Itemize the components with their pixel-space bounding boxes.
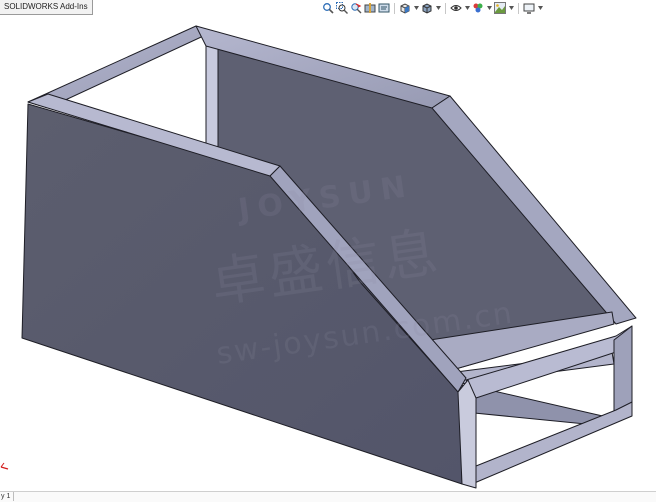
zoom-to-area-icon[interactable] (336, 1, 348, 15)
model-tab[interactable]: y 1 (0, 492, 14, 501)
edit-appearance-icon[interactable] (472, 1, 484, 15)
reference-triad-icon (0, 458, 12, 470)
frame-back-left-post (205, 45, 219, 151)
graphics-area[interactable]: JOYSUN 卓盛信息 sw-joysun.com.cn (0, 16, 656, 492)
previous-view-icon[interactable] (350, 1, 362, 15)
model-view[interactable]: JOYSUN 卓盛信息 sw-joysun.com.cn (0, 16, 656, 492)
chevron-down-icon[interactable] (464, 1, 470, 15)
chevron-down-icon[interactable] (537, 1, 543, 15)
view-orientation-icon[interactable] (399, 1, 411, 15)
apply-scene-icon[interactable] (494, 1, 506, 15)
toolbar-separator (518, 2, 519, 14)
frame-front-right-post (613, 325, 633, 415)
chevron-down-icon[interactable] (486, 1, 492, 15)
solidworks-addins-tab[interactable]: SOLIDWORKS Add-Ins (0, 0, 93, 15)
display-style-icon[interactable] (421, 1, 433, 15)
view-settings-icon[interactable] (523, 1, 535, 15)
chevron-down-icon[interactable] (508, 1, 514, 15)
section-view-icon[interactable] (364, 1, 376, 15)
frame-top-left-member (27, 25, 213, 109)
dynamic-annotation-icon[interactable] (378, 1, 390, 15)
heads-up-view-toolbar (322, 0, 543, 16)
toolbar-separator (445, 2, 446, 14)
hide-show-icon[interactable] (450, 1, 462, 15)
toolbar-separator (394, 2, 395, 14)
status-bar: y 1 (0, 491, 656, 502)
chevron-down-icon[interactable] (435, 1, 441, 15)
chevron-down-icon[interactable] (413, 1, 419, 15)
zoom-to-fit-icon[interactable] (322, 1, 334, 15)
